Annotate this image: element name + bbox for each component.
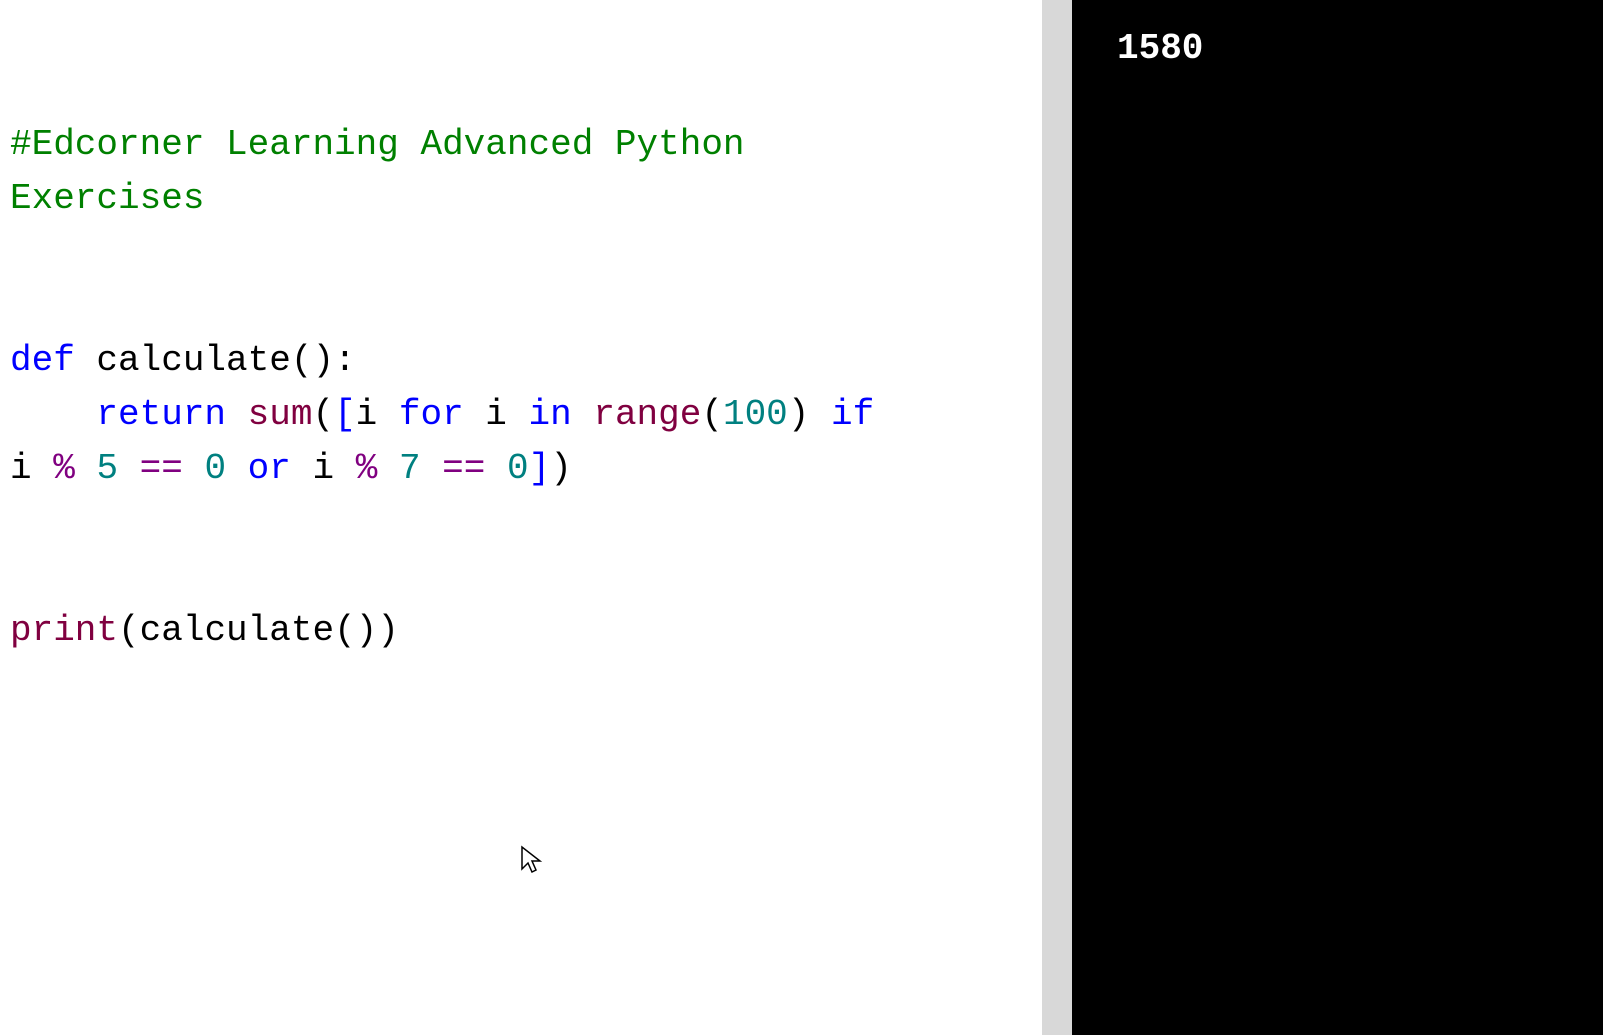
paren-open: ( [701,394,723,435]
blank-line [10,496,1032,550]
number-literal: 7 [399,448,421,489]
bracket-open: [ [334,394,356,435]
code-line-2: Exercises [10,172,1032,226]
cursor-icon [520,845,544,875]
number-literal: 0 [507,448,529,489]
blank-line [10,226,1032,280]
variable-i: i [464,394,529,435]
keyword-if: if [831,394,874,435]
code-line-print: print(calculate()) [10,604,1032,658]
code-line-return: return sum([i for i in range(100) if [10,388,1032,442]
function-name: calculate [75,340,291,381]
operator-mod: % [53,448,96,489]
operator-mod: % [356,448,399,489]
blank-line [10,280,1032,334]
keyword-in: in [529,394,572,435]
output-text: 1580 [1117,28,1203,69]
paren-colon: (): [291,340,356,381]
paren-close: ) [788,394,831,435]
bracket-close: ] [529,448,551,489]
builtin-sum: sum [226,394,312,435]
pane-divider[interactable] [1042,0,1072,1035]
builtin-print: print [10,610,118,651]
paren-open: ( [312,394,334,435]
code-line-condition: i % 5 == 0 or i % 7 == 0]) [10,442,1032,496]
paren-open: ( [118,610,140,651]
code-editor-pane[interactable]: #Edcorner Learning Advanced Python Exerci… [0,0,1042,1035]
comment-text: Exercises [10,178,204,219]
number-literal: 5 [96,448,118,489]
variable-i: i [356,394,399,435]
operator-eq: == [118,448,204,489]
number-literal: 100 [723,394,788,435]
code-line-def: def calculate(): [10,334,1032,388]
keyword-or: or [226,448,312,489]
keyword-for: for [399,394,464,435]
console-output-pane[interactable]: 1580 [1072,0,1603,1035]
paren-close: ()) [334,610,399,651]
builtin-range: range [572,394,702,435]
keyword-return: return [96,394,226,435]
variable-i: i [10,448,53,489]
operator-eq: == [421,448,507,489]
number-literal: 0 [204,448,226,489]
function-call: calculate [140,610,334,651]
variable-i: i [313,448,356,489]
comment-text: #Edcorner Learning Advanced Python [10,124,745,165]
blank-line [10,550,1032,604]
paren-close: ) [550,448,572,489]
code-line-1: #Edcorner Learning Advanced Python [10,118,1032,172]
keyword-def: def [10,340,75,381]
